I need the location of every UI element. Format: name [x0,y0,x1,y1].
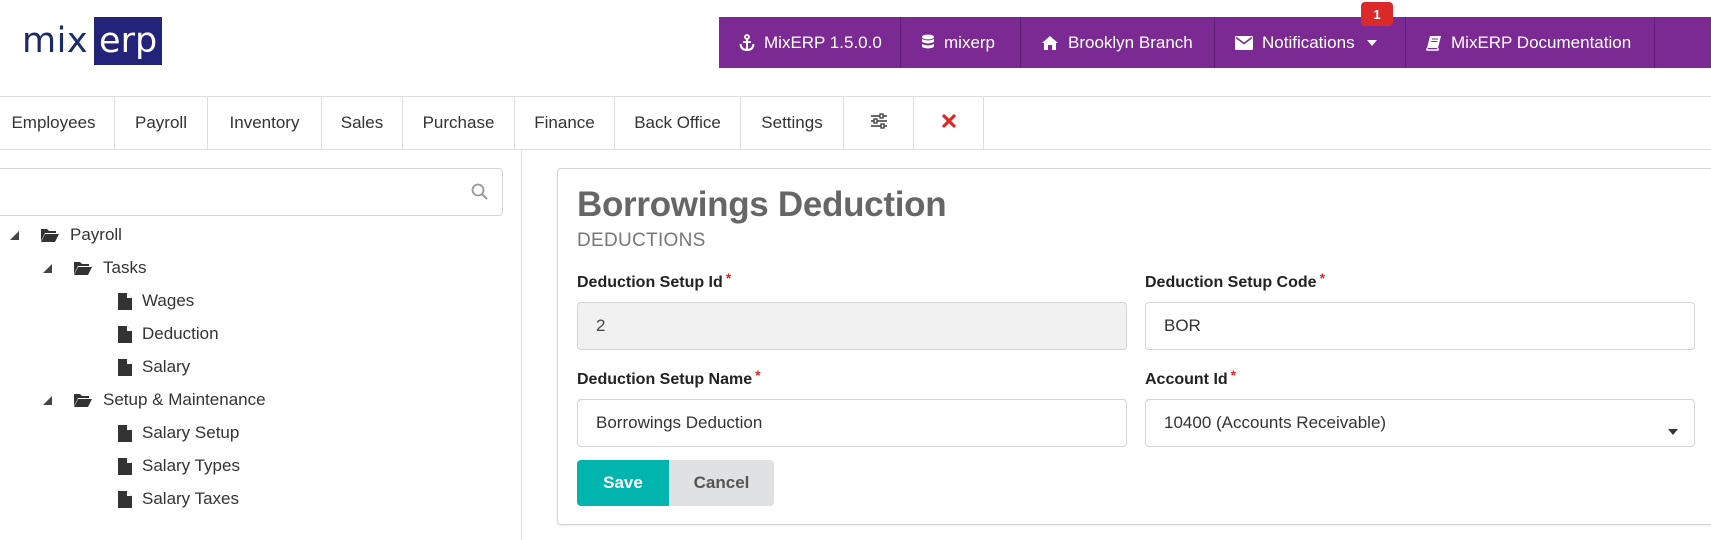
sidebar: Payroll Tasks Wages Deduction Salary Set… [0,150,522,540]
folder-open-icon [40,227,60,243]
tree-node-payroll[interactable]: Payroll [10,221,122,249]
file-icon [118,325,132,343]
page-subtitle: DEDUCTIONS [577,230,706,251]
mixerp-logo[interactable]: mix erp [22,17,163,65]
account-id-value: 10400 (Accounts Receivable) [1164,413,1387,432]
deduction-setup-code-field[interactable] [1145,302,1695,350]
tree-node-wages[interactable]: Wages [118,287,194,315]
tree-node-salary-taxes[interactable]: Salary Taxes [118,485,239,513]
logo-text-erp: erp [94,17,163,65]
tree-node-salary[interactable]: Salary [118,353,190,381]
nav-sales[interactable]: Sales [322,97,403,149]
notifications-item[interactable]: Notifications 1 [1215,2,1406,68]
save-button[interactable]: Save [577,460,669,506]
tree-node-deduction[interactable]: Deduction [118,320,219,348]
documentation-item[interactable]: MixERP Documentation [1406,17,1655,68]
main-navigation: Employees Payroll Inventory Sales Purcha… [0,96,1711,150]
tree-toggle-icon[interactable] [43,395,55,405]
tree-label: Salary Types [142,456,240,475]
deduction-setup-name-field[interactable] [577,399,1127,447]
tree-label: Salary [142,357,191,376]
nav-employees[interactable]: Employees [0,97,115,149]
cancel-button[interactable]: Cancel [669,460,774,506]
file-icon [118,490,132,508]
tree-toggle-icon[interactable] [10,230,22,240]
file-icon [118,424,132,442]
database-icon [921,34,935,52]
sidebar-search-input[interactable] [0,169,459,215]
documentation-label: MixERP Documentation [1451,32,1632,52]
deduction-setup-name-label: Deduction Setup Name * [577,367,761,388]
branch-item[interactable]: Brooklyn Branch [1021,17,1215,68]
chevron-down-icon [1366,39,1377,46]
tree-label: Salary Setup [142,423,240,442]
nav-settings[interactable]: Settings [741,97,844,149]
required-marker: * [1319,270,1326,286]
account-id-label: Account Id * [1145,367,1237,388]
folder-open-icon [73,260,93,276]
nav-purchase[interactable]: Purchase [403,97,515,149]
tree-node-salary-types[interactable]: Salary Types [118,452,240,480]
deduction-setup-id-label: Deduction Setup Id * [577,270,732,291]
version-item[interactable]: MixERP 1.5.0.0 [719,17,901,68]
sidebar-search [0,168,503,216]
nav-close[interactable] [914,97,984,149]
tree-label: Payroll [70,225,122,244]
database-label: mixerp [944,32,996,52]
required-marker: * [755,367,761,383]
branch-label: Brooklyn Branch [1068,32,1193,52]
envelope-icon [1235,35,1253,50]
required-marker: * [1230,367,1237,383]
top-bar: MixERP 1.5.0.0 mixerp Brooklyn Branch No… [719,2,1711,68]
tree-node-salary-setup[interactable]: Salary Setup [118,419,239,447]
tree-label: Salary Taxes [142,489,240,508]
tree-node-tasks[interactable]: Tasks [43,254,146,282]
file-icon [118,457,132,475]
version-label: MixERP 1.5.0.0 [764,32,882,52]
tree-node-setup-maintenance[interactable]: Setup & Maintenance [43,386,266,414]
anchor-icon [739,33,755,52]
file-icon [118,358,132,376]
logo-text-mix: mix [22,21,89,61]
nav-payroll[interactable]: Payroll [115,97,208,149]
notification-count-badge: 1 [1361,2,1393,26]
home-icon [1041,35,1059,51]
sliders-icon [870,112,888,134]
book-icon [1426,35,1442,51]
tree-label: Setup & Maintenance [103,390,266,409]
nav-finance[interactable]: Finance [515,97,615,149]
notifications-label: Notifications [1262,32,1355,52]
search-icon[interactable] [471,183,488,205]
nav-inventory[interactable]: Inventory [208,97,322,149]
tree-label: Deduction [142,324,219,343]
file-icon [118,292,132,310]
deduction-setup-code-label: Deduction Setup Code * [1145,270,1326,291]
tree-toggle-icon[interactable] [43,263,55,273]
database-item[interactable]: mixerp [901,17,1021,68]
deduction-setup-id-field[interactable] [577,302,1127,350]
account-id-select[interactable]: 10400 (Accounts Receivable) [1145,399,1695,447]
required-marker: * [725,270,732,286]
close-icon [941,113,956,133]
nav-adjustments[interactable] [844,97,914,149]
tree-label: Tasks [103,258,147,277]
chevron-down-icon [1668,420,1678,440]
folder-open-icon [73,392,93,408]
nav-back-office[interactable]: Back Office [615,97,741,149]
page-title: Borrowings Deduction [577,185,947,224]
tree-label: Wages [142,291,195,310]
